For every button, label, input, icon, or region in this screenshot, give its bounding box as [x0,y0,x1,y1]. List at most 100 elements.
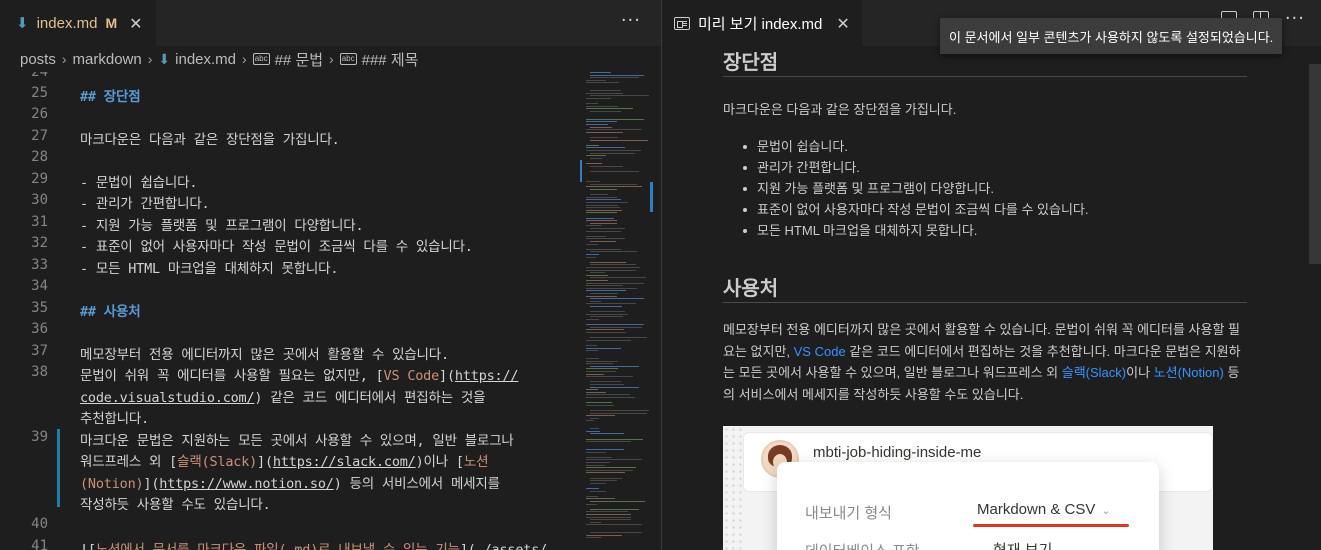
string-symbol-icon: abc [252,53,270,65]
line-number: 29 [31,171,48,187]
minimap-line [590,170,640,172]
code-text: ) 같은 코드 에디터에서 편집하는 것을 [254,390,486,406]
code-link-url[interactable]: https://www.notion.so/ [159,476,334,492]
scroll-position-indicator [650,182,653,212]
minimap-line [586,371,616,372]
code-line: 문법이 쉬워 꼭 에디터를 사용할 필요는 없지만, [VS Code](htt… [80,364,519,384]
minimap-line [586,376,634,378]
code-editor[interactable]: 24 25 26 27 28 29 30 31 32 33 34 35 36 3… [0,72,661,550]
editor-tab-bar: ⬇ index.md M ✕ ··· [0,0,661,46]
minimap-line [590,152,635,154]
minimap-line [586,220,618,222]
chevron-down-icon: ⌄ [1058,546,1067,550]
breadcrumb-item-posts[interactable]: posts [20,51,56,68]
editor-group-left: ⬇ index.md M ✕ ··· posts › markdown › ⬇ … [0,0,661,550]
minimap-line [590,251,637,253]
code-text: ) 등의 서비스에서 메세지를 [333,476,500,492]
minimap-line [590,532,642,534]
minimap-line [586,449,625,450]
minimap-line [586,514,632,515]
minimap[interactable] [580,72,650,550]
minimap-line [586,516,631,518]
close-icon[interactable]: ✕ [836,14,849,33]
minimap-line [586,238,626,240]
code-text: ]( [257,454,273,470]
minimap-line [590,490,607,492]
minimap-line [586,397,636,398]
code-line: - 모든 HTML 마크업을 대체하지 못합니다. [80,261,339,277]
list-item: 문법이 쉽습니다. [743,136,1089,157]
minimap-line [586,155,606,157]
markdown-file-icon: ⬇ [158,50,171,67]
minimap-line [590,410,649,411]
minimap-line [586,212,617,214]
minimap-line [586,391,606,393]
minimap-line [590,482,606,484]
code-text: ](./assets/ [459,542,548,550]
minimap-line [590,183,638,185]
breadcrumb-item-markdown[interactable]: markdown [73,51,142,68]
minimap-line [586,150,641,151]
minimap-line [590,165,624,167]
minimap-line [590,521,601,523]
link-vscode[interactable]: VS Code [794,344,846,359]
tab-index-md[interactable]: ⬇ index.md M ✕ [0,0,156,46]
code-link-url[interactable]: https://slack.com/ [273,454,416,470]
minimap-line [586,537,603,539]
code-link-url[interactable]: code.visualstudio.com/ [80,390,255,406]
minimap-line [586,345,597,346]
more-actions-icon[interactable]: ··· [621,10,641,31]
line-number: 33 [31,257,48,273]
minimap-line [590,77,639,79]
code-line: - 표준이 없어 사용자마다 작성 문법이 조금씩 다를 수 있습니다. [80,239,473,255]
link-notion[interactable]: 노션(Notion) [1154,365,1224,380]
minimap-line [586,420,595,422]
preview-scrollbar[interactable] [1309,64,1321,264]
minimap-line [586,360,618,362]
include-db-text: 현재 보기 [993,542,1052,550]
editor-scrollbar[interactable] [650,72,661,550]
minimap-line [590,139,648,141]
minimap-line [586,459,642,461]
preview-tab-title: 미리 보기 index.md [698,16,823,33]
minimap-line [586,368,618,370]
code-link-text: 노션 [463,454,489,470]
tab-preview[interactable]: 미리 보기 index.md ✕ [662,0,862,46]
minimap-line [586,131,623,133]
code-link-text: VS Code [383,368,440,384]
more-actions-icon[interactable]: ··· [1285,10,1305,28]
minimap-line [586,394,630,396]
line-number-gutter: 24 25 26 27 28 29 30 31 32 33 34 35 36 3… [0,72,60,550]
minimap-line [586,129,643,131]
breadcrumb-item-section[interactable]: ## 문법 [275,49,323,70]
breadcrumb-item-subsection[interactable]: ### 제목 [362,49,419,70]
minimap-line [586,287,637,289]
line-number: 41 [31,538,48,550]
link-slack[interactable]: 슬랙(Slack) [1062,365,1126,380]
minimap-line [586,282,644,284]
minimap-line [586,467,637,469]
minimap-line [586,415,615,417]
code-link-url[interactable]: https:// [455,368,519,384]
breadcrumb-item-file[interactable]: index.md [175,51,236,68]
code-line: - 문법이 쉽습니다. [80,175,198,191]
minimap-line [590,90,622,92]
code-line: ## 장단점 [80,89,141,105]
minimap-line [586,402,612,404]
minimap-line [586,503,598,505]
include-db-label: 데이터베이스 포함 [805,540,920,550]
minimap-line [590,137,619,138]
minimap-line [586,441,631,443]
minimap-line [586,488,600,489]
editor-group-right: 미리 보기 index.md ✕ ··· 장단점 마크다운은 다음과 같은 장단… [662,0,1321,550]
minimap-line [590,384,624,385]
minimap-line [590,480,617,482]
minimap-line [586,196,617,198]
line-number: 26 [31,106,48,122]
minimap-line [590,194,608,196]
minimap-line [586,209,623,211]
embedded-screenshot: mbti-job-hiding-inside-me 내보내기 형식 Markdo… [723,426,1213,550]
modified-lines-indicator[interactable] [57,429,60,507]
close-icon[interactable]: ✕ [129,14,142,33]
minimap-line [590,272,605,274]
